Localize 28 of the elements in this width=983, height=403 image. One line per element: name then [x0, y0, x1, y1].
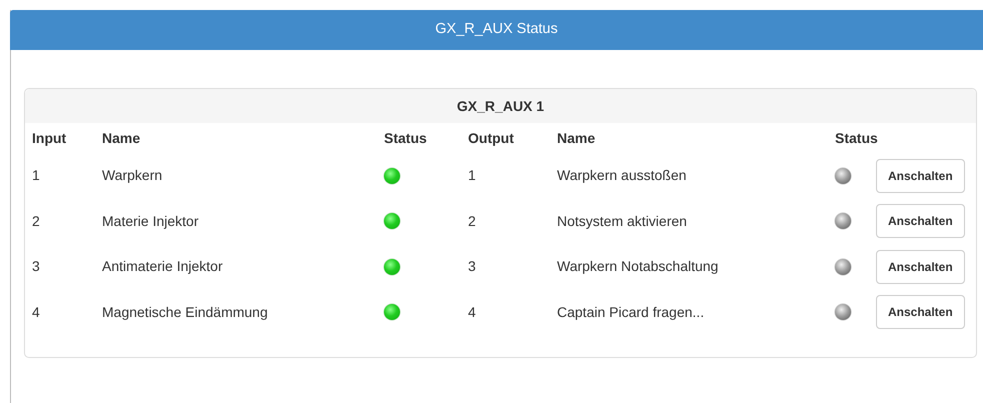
- table-cell-text: 4: [32, 302, 40, 322]
- window-title: GX_R_AUX Status: [10, 10, 983, 50]
- table-cell-text: 1: [468, 166, 476, 186]
- table-cell-text: Materie Injektor: [102, 212, 198, 231]
- table-cell-text: Magnetische Eindämmung: [102, 302, 268, 322]
- panel-title: GX_R_AUX 1: [456, 96, 544, 116]
- column-header: Input: [32, 128, 66, 148]
- table-cell-text: Warpkern: [102, 166, 162, 186]
- switch-on-button[interactable]: Anschalten: [876, 250, 965, 284]
- switch-on-button[interactable]: Anschalten: [876, 204, 965, 238]
- table-cell-text: 2: [32, 212, 40, 231]
- column-header: Status: [835, 128, 878, 148]
- column-header: Name: [102, 128, 140, 148]
- table-cell-text: 1: [32, 166, 40, 186]
- table-cell-text: Captain Picard fragen...: [557, 302, 704, 322]
- table-cell-text: 4: [468, 302, 476, 322]
- column-header: Status: [384, 128, 427, 148]
- table-cell-text: Notsystem aktivieren: [557, 212, 687, 231]
- table-cell-text: 3: [32, 257, 40, 276]
- column-header: Output: [468, 128, 514, 148]
- table-cell-text: Antimaterie Injektor: [102, 257, 223, 276]
- switch-on-button[interactable]: Anschalten: [876, 295, 965, 330]
- table-cell-text: Warpkern ausstoßen: [557, 166, 686, 186]
- column-header: Name: [557, 128, 596, 148]
- table-cell-text: 3: [468, 257, 476, 276]
- table-cell-text: Warpkern Notabschaltung: [557, 257, 718, 276]
- switch-on-button[interactable]: Anschalten: [876, 158, 965, 193]
- table-cell-text: 2: [468, 212, 476, 231]
